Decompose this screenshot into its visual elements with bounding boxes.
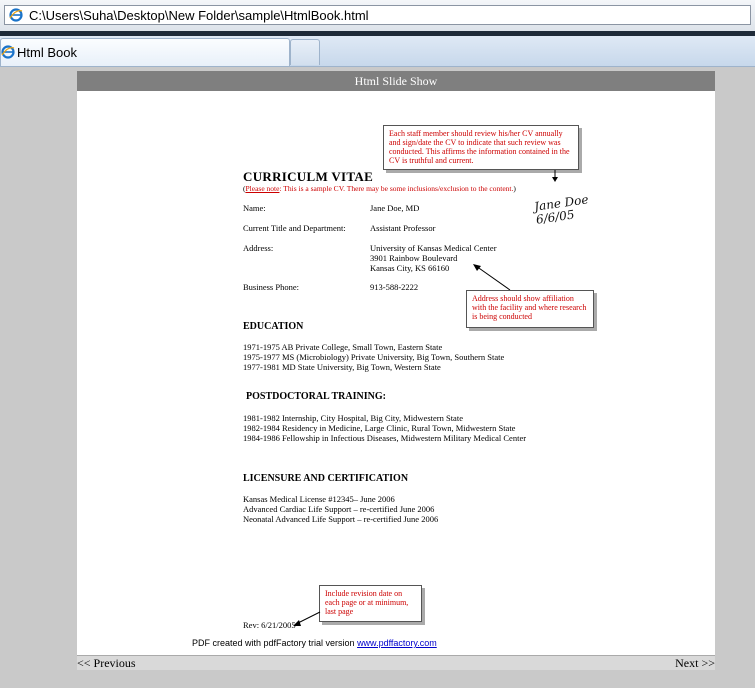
note-text: : This is a sample CV. There may be some… (279, 184, 514, 193)
pdf-prefix: PDF created with pdfFactory trial versio… (192, 638, 358, 648)
tab-html-book[interactable]: Html Book (0, 38, 290, 66)
slideshow-header: Html Slide Show (77, 71, 715, 91)
field-value: 913-588-2222 (370, 282, 419, 292)
slide-page (77, 91, 715, 655)
postdoc-item: 1981-1982 Internship, City Hospital, Big… (243, 413, 463, 423)
field-label: Business Phone: (243, 282, 299, 292)
field-value: University of Kansas Medical Center (370, 243, 497, 253)
revision-date: Rev: 6/21/2005 (243, 620, 296, 630)
address-line: Kansas City, KS 66160 (370, 263, 450, 273)
field-value: Assistant Professor (370, 223, 436, 233)
postdoc-item: 1984-1986 Fellowship in Infectious Disea… (243, 433, 527, 443)
pdf-footer: PDF created with pdfFactory trial versio… (192, 638, 437, 648)
field-label: Name: (243, 203, 266, 213)
slideshow-nav: << Previous Next >> (77, 655, 715, 670)
education-item: 1977-1981 MD State University, Big Town,… (243, 362, 441, 372)
arrow-down-icon (552, 170, 558, 182)
ie-icon (1, 45, 15, 59)
ie-icon (9, 8, 23, 22)
postdoc-heading: POSTDOCTORAL TRAINING: (246, 391, 386, 402)
callout-address: Address should show affiliation with the… (466, 290, 594, 328)
address-bar: C:\Users\Suha\Desktop\New Folder\sample\… (0, 0, 755, 32)
postdoc-item: 1982-1984 Residency in Medicine, Large C… (243, 423, 516, 433)
license-item: Advanced Cardiac Life Support – re-certi… (243, 504, 435, 514)
callout-revision: Include revision date on each page or at… (319, 585, 422, 622)
tab-strip: Html Book (0, 36, 755, 67)
education-heading: EDUCATION (243, 321, 304, 332)
next-button[interactable]: Next >> (675, 656, 715, 671)
cv-note: (Please note: This is a sample CV. There… (243, 184, 516, 193)
note-close: ) (513, 184, 516, 193)
pdf-link[interactable]: www.pdffactory.com (357, 638, 437, 648)
license-heading: LICENSURE AND CERTIFICATION (243, 473, 409, 484)
education-item: 1971-1975 AB Private College, Small Town… (243, 342, 443, 352)
new-tab-button[interactable] (290, 39, 320, 65)
license-item: Neonatal Advanced Life Support – re-cert… (243, 514, 439, 524)
address-line: 3901 Rainbow Boulevard (370, 253, 458, 263)
cv-title: CURRICULM VITAE (243, 169, 374, 184)
note-label: Please note (245, 184, 280, 193)
education-item: 1975-1977 MS (Microbiology) Private Univ… (243, 352, 505, 362)
address-text: C:\Users\Suha\Desktop\New Folder\sample\… (29, 8, 369, 23)
tab-label: Html Book (17, 45, 77, 60)
previous-button[interactable]: << Previous (77, 656, 136, 671)
field-label: Current Title and Department: (243, 223, 346, 233)
field-value: Jane Doe, MD (370, 203, 420, 213)
field-label: Address: (243, 243, 274, 253)
license-item: Kansas Medical License #12345– June 2006 (243, 494, 395, 504)
address-field[interactable]: C:\Users\Suha\Desktop\New Folder\sample\… (4, 5, 751, 25)
